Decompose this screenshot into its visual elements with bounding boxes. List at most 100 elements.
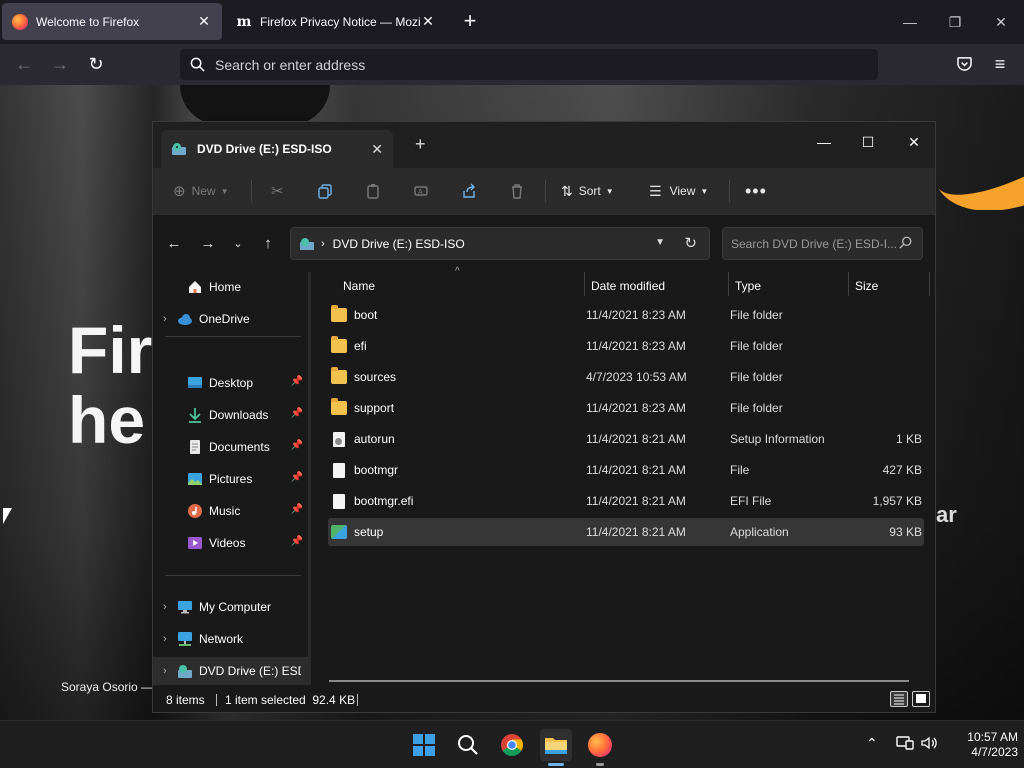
start-button[interactable]	[408, 729, 440, 761]
delete-icon[interactable]	[509, 178, 525, 204]
chevron-right-icon[interactable]: ›	[163, 313, 177, 325]
minimize-button[interactable]: —	[809, 128, 839, 156]
list-item[interactable]: efi 11/4/2021 8:23 AM File folder	[328, 332, 924, 360]
list-item[interactable]: sources 4/7/2023 10:53 AM File folder	[328, 363, 924, 391]
details-view-button[interactable]	[890, 691, 908, 707]
folder-icon	[331, 398, 347, 415]
cut-icon[interactable]: ✂	[271, 178, 284, 204]
column-header-name[interactable]: Name	[343, 274, 375, 298]
pocket-icon[interactable]	[950, 50, 978, 78]
sidebar-item-music[interactable]: Music 📌	[153, 497, 311, 525]
recent-locations-button[interactable]: ⌄	[227, 233, 249, 255]
pin-icon[interactable]: 📌	[291, 504, 303, 515]
refresh-icon[interactable]: ↻	[684, 234, 697, 252]
sort-ascending-icon: ^	[455, 266, 460, 277]
pin-icon[interactable]: 📌	[291, 408, 303, 419]
back-button[interactable]: ←	[10, 50, 38, 78]
chrome-app-button[interactable]	[496, 729, 528, 761]
list-item-selected[interactable]: setup 11/4/2021 8:21 AM Application 93 K…	[328, 518, 924, 546]
search-input[interactable]: Search DVD Drive (E:) ESD-I...	[722, 227, 923, 260]
volume-icon[interactable]	[920, 735, 938, 754]
dvd-drive-icon	[172, 143, 186, 155]
list-item[interactable]: boot 11/4/2021 8:23 AM File folder	[328, 301, 924, 329]
video-icon	[188, 537, 202, 549]
share-icon[interactable]	[461, 178, 477, 204]
file-explorer-window: DVD Drive (E:) ESD-ISO ✕ + — ☐ ✕ ⊕ New ▼…	[152, 121, 936, 713]
rename-icon[interactable]: A	[413, 178, 429, 204]
tiles-view-button[interactable]	[912, 691, 930, 707]
more-options-icon[interactable]: •••	[745, 178, 767, 204]
folder-icon	[331, 336, 347, 353]
sidebar-item-dvd-drive[interactable]: › DVD Drive (E:) ESD-	[153, 657, 311, 685]
chevron-right-icon[interactable]: ›	[163, 601, 177, 613]
up-button[interactable]: ↑	[257, 233, 279, 255]
sidebar-item-desktop[interactable]: Desktop 📌	[153, 369, 311, 397]
document-icon	[190, 440, 200, 454]
search-button[interactable]	[452, 729, 484, 761]
horizontal-scrollbar[interactable]	[329, 680, 909, 682]
list-item[interactable]: support 11/4/2021 8:23 AM File folder	[328, 394, 924, 422]
show-hidden-icons-button[interactable]: ⌃	[866, 735, 878, 752]
sort-button[interactable]: ⇅ Sort ▼	[561, 178, 614, 204]
chevron-right-icon[interactable]: ›	[163, 665, 177, 677]
paste-icon[interactable]	[365, 178, 381, 204]
explorer-tab[interactable]: DVD Drive (E:) ESD-ISO ✕	[161, 130, 393, 168]
chevron-right-icon[interactable]: ›	[163, 633, 177, 645]
tab-privacy-notice[interactable]: m Firefox Privacy Notice — Mozill ✕	[226, 3, 446, 40]
pin-icon[interactable]: 📌	[291, 440, 303, 451]
close-icon[interactable]: ✕	[420, 13, 436, 30]
menu-icon[interactable]: ≡	[986, 50, 1014, 78]
clock-date: 4/7/2023	[971, 745, 1018, 759]
navigation-scrollbar[interactable]	[308, 272, 311, 682]
url-bar[interactable]: Search or enter address	[180, 49, 878, 80]
sidebar-item-pictures[interactable]: Pictures 📌	[153, 465, 311, 493]
copy-icon[interactable]	[317, 178, 333, 204]
column-header-type[interactable]: Type	[735, 274, 761, 298]
list-item[interactable]: autorun 11/4/2021 8:21 AM Setup Informat…	[328, 425, 924, 453]
pin-icon[interactable]: 📌	[291, 376, 303, 387]
list-item[interactable]: bootmgr 11/4/2021 8:21 AM File 427 KB	[328, 456, 924, 484]
back-button[interactable]: ←	[163, 233, 185, 255]
restore-button[interactable]: ❐	[940, 8, 970, 36]
sidebar-item-documents[interactable]: Documents 📌	[153, 433, 311, 461]
close-icon[interactable]: ✕	[196, 13, 212, 30]
firefox-navbar: ← → ↻ Search or enter address ≡	[0, 44, 1024, 85]
page-hero-heading: Fir he	[68, 313, 153, 457]
minimize-button[interactable]: —	[895, 8, 925, 36]
file-explorer-app-button[interactable]	[540, 729, 572, 761]
close-icon[interactable]: ✕	[371, 141, 383, 158]
sidebar-item-videos[interactable]: Videos 📌	[153, 529, 311, 557]
view-button[interactable]: ☰ View ▼	[649, 178, 708, 204]
tab-welcome-to-firefox[interactable]: Welcome to Firefox ✕	[2, 3, 222, 40]
address-bar[interactable]: › DVD Drive (E:) ESD-ISO ▼ ↻	[290, 227, 710, 260]
breadcrumb[interactable]: DVD Drive (E:) ESD-ISO	[333, 237, 465, 251]
sidebar-item-home[interactable]: Home	[153, 273, 311, 301]
pin-icon[interactable]: 📌	[291, 536, 303, 547]
forward-button[interactable]: →	[46, 50, 74, 78]
sidebar-item-my-computer[interactable]: › My Computer	[153, 593, 311, 621]
selection-info: 1 item selected 92.4 KB	[225, 693, 356, 707]
maximize-button[interactable]: ☐	[853, 128, 883, 156]
pin-icon[interactable]: 📌	[291, 472, 303, 483]
sidebar-item-downloads[interactable]: Downloads 📌	[153, 401, 311, 429]
chevron-down-icon[interactable]: ▼	[655, 237, 665, 248]
close-window-button[interactable]: ✕	[986, 8, 1016, 36]
close-window-button[interactable]: ✕	[899, 128, 929, 156]
forward-button[interactable]: →	[197, 233, 219, 255]
search-icon	[899, 236, 912, 249]
firefox-tabbar: Welcome to Firefox ✕ m Firefox Privacy N…	[0, 0, 1024, 44]
new-tab-button[interactable]: +	[415, 134, 426, 155]
reload-button[interactable]: ↻	[82, 50, 110, 78]
column-header-date[interactable]: Date modified	[591, 274, 665, 298]
new-tab-button[interactable]: +	[458, 8, 482, 36]
new-button[interactable]: ⊕ New ▼	[173, 178, 229, 204]
firefox-app-button[interactable]	[584, 729, 616, 761]
chevron-down-icon: ▼	[605, 186, 614, 196]
network-status-icon[interactable]	[896, 735, 914, 754]
column-header-size[interactable]: Size	[855, 274, 878, 298]
sidebar-item-onedrive[interactable]: › OneDrive	[153, 305, 311, 333]
list-item[interactable]: bootmgr.efi 11/4/2021 8:21 AM EFI File 1…	[328, 487, 924, 515]
system-clock[interactable]: 10:57 AM 4/7/2023	[942, 730, 1018, 760]
sidebar-item-network[interactable]: › Network	[153, 625, 311, 653]
mozilla-icon: m	[236, 13, 252, 30]
